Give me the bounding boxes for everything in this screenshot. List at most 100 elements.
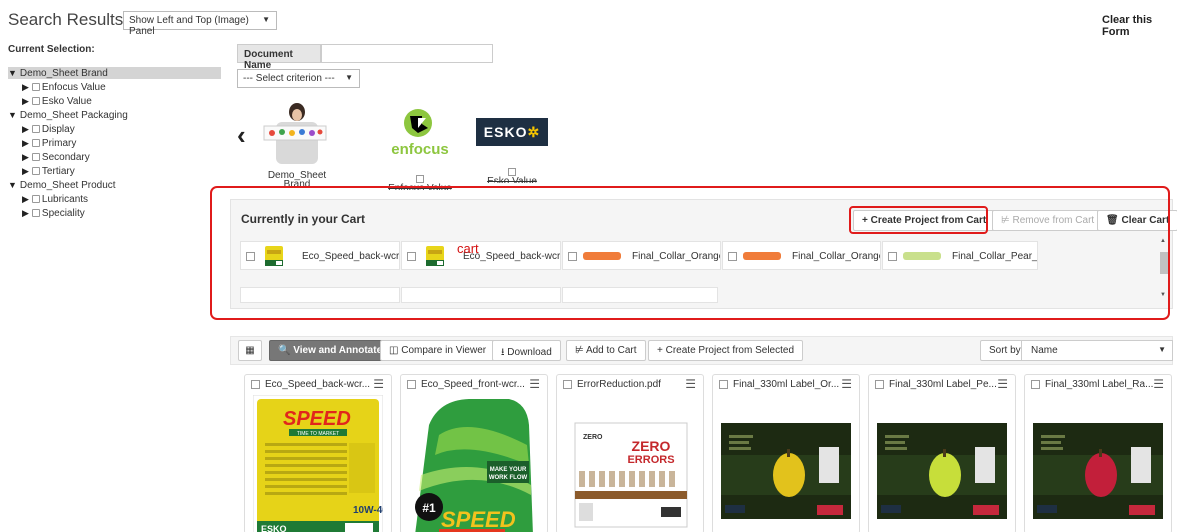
result-card-name: Eco_Speed_back-wcr...: [265, 379, 371, 390]
hamburger-menu-icon[interactable]: ☰: [529, 377, 540, 391]
tree-item[interactable]: ▼ Demo_Sheet Product: [8, 179, 116, 191]
result-preview-image: [877, 395, 1007, 532]
cart-highlight-outline: [210, 186, 1170, 320]
chevron-down-icon: ▼: [345, 73, 353, 82]
tree-item-label: Tertiary: [41, 166, 75, 177]
tree-item-label: Speciality: [41, 208, 85, 219]
create-project-from-selected-button[interactable]: + Create Project from Selected: [648, 340, 804, 361]
tree-checkbox[interactable]: [31, 153, 40, 161]
clear-form-button[interactable]: Clear this Form: [1096, 12, 1177, 40]
tree-item-label: Secondary: [41, 152, 90, 163]
result-card-checkbox[interactable]: [1031, 380, 1040, 389]
svg-text:ZERO: ZERO: [583, 434, 603, 441]
collapsed-triangle-icon[interactable]: ▶: [22, 152, 29, 162]
collapsed-triangle-icon[interactable]: ▶: [22, 82, 29, 92]
result-preview-image: [721, 395, 851, 532]
tree-item-label: Lubricants: [41, 194, 89, 205]
svg-text:enfocus: enfocus: [391, 141, 449, 158]
esko-value-checkbox[interactable]: [508, 168, 516, 176]
collapsed-triangle-icon[interactable]: ▶: [22, 194, 29, 204]
tree-item[interactable]: ▼ Demo_Sheet Brand: [8, 67, 221, 79]
tree-item-label: Display: [41, 124, 75, 135]
enfocus-logo-icon: enfocus: [391, 109, 449, 158]
tree-checkbox[interactable]: [31, 167, 40, 175]
enfocus-value-checkbox[interactable]: [416, 175, 424, 183]
hamburger-menu-icon[interactable]: ☰: [997, 377, 1008, 391]
criterion-select-value: --- Select criterion ---: [243, 73, 335, 84]
collapsed-triangle-icon[interactable]: ▶: [22, 138, 29, 148]
result-card[interactable]: Eco_Speed_back-wcr... ☰ SPEED TIME TO MARKE…: [244, 374, 392, 532]
tree-item[interactable]: ▶ Lubricants: [22, 193, 88, 205]
brand-photo-image: [262, 102, 332, 164]
collapsed-triangle-icon[interactable]: ▶: [22, 166, 29, 176]
tree-checkbox[interactable]: [31, 83, 40, 91]
panel-view-select[interactable]: Show Left and Top (Image) Panel ▼: [123, 11, 277, 37]
result-card-checkbox[interactable]: [719, 380, 728, 389]
cart-icon: ⊭: [575, 345, 586, 356]
compare-icon: ◫: [389, 345, 402, 356]
result-card-name: ErrorReduction.pdf: [577, 379, 661, 390]
tree-checkbox[interactable]: [31, 195, 40, 203]
current-selection-heading: Current Selection:: [8, 44, 95, 55]
svg-text:10W-40: 10W-40: [353, 505, 383, 516]
add-to-cart-button[interactable]: ⊭ Add to Cart: [566, 340, 646, 361]
tree-item-label: Esko Value: [41, 96, 92, 107]
brand-tile-esko[interactable]: ESKO✲ Esko Value: [476, 118, 548, 183]
grid-view-icon[interactable]: ▦: [238, 340, 262, 361]
view-and-annotate-button[interactable]: 🔍 View and Annotate: [269, 340, 392, 361]
tree-item[interactable]: ▶ Display: [22, 123, 75, 135]
result-card[interactable]: Final_330ml Label_Pe... ☰: [868, 374, 1016, 532]
document-name-input[interactable]: [321, 44, 493, 63]
tree-item-label: Demo_Sheet Product: [19, 180, 116, 191]
result-card[interactable]: ErrorReduction.pdf ☰ ZERO ZERO ERRORS: [556, 374, 704, 532]
compare-in-viewer-button[interactable]: ◫ Compare in Viewer: [380, 340, 496, 361]
tree-item-label: Demo_Sheet Packaging: [19, 110, 128, 121]
result-card-checkbox[interactable]: [251, 380, 260, 389]
result-card-checkbox[interactable]: [875, 380, 884, 389]
tree-checkbox[interactable]: [31, 97, 40, 105]
download-button[interactable]: ⭳ Download: [492, 340, 561, 361]
sort-select-value: Name: [1031, 345, 1058, 356]
expanded-triangle-icon[interactable]: ▼: [8, 68, 17, 78]
tree-checkbox[interactable]: [31, 209, 40, 217]
criterion-select[interactable]: --- Select criterion --- ▼: [237, 69, 360, 88]
result-card-checkbox[interactable]: [563, 380, 572, 389]
hamburger-menu-icon[interactable]: ☰: [373, 377, 384, 391]
collapsed-triangle-icon[interactable]: ▶: [22, 124, 29, 134]
compare-label: Compare in Viewer: [401, 345, 487, 356]
expanded-triangle-icon[interactable]: ▼: [8, 110, 17, 120]
previous-icon[interactable]: ‹: [237, 120, 246, 151]
tree-checkbox[interactable]: [31, 139, 40, 147]
tree-item[interactable]: ▶ Esko Value: [22, 95, 92, 107]
result-card-checkbox[interactable]: [407, 380, 416, 389]
document-name-label: Document Name: [237, 44, 321, 71]
svg-text:ZERO: ZERO: [632, 438, 671, 454]
sort-select[interactable]: Name ▼: [1021, 340, 1173, 361]
tree-item-label: Demo_Sheet Brand: [19, 68, 108, 79]
hamburger-menu-icon[interactable]: ☰: [685, 377, 696, 391]
svg-text:ERRORS: ERRORS: [627, 454, 674, 466]
result-card[interactable]: Final_330ml Label_Ra... ☰: [1024, 374, 1172, 532]
tree-item[interactable]: ▶ Speciality: [22, 207, 85, 219]
esko-logo-icon: ESKO✲: [476, 118, 548, 146]
tree-item[interactable]: ▶ Secondary: [22, 151, 90, 163]
hamburger-menu-icon[interactable]: ☰: [1153, 377, 1164, 391]
expanded-triangle-icon[interactable]: ▼: [8, 180, 17, 190]
tree-item[interactable]: ▶ Enfocus Value: [22, 81, 106, 93]
result-card[interactable]: Final_330ml Label_Or... ☰: [712, 374, 860, 532]
tree-item[interactable]: ▶ Primary: [22, 137, 76, 149]
hamburger-menu-icon[interactable]: ☰: [841, 377, 852, 391]
result-preview-image: [1033, 395, 1163, 532]
brand-tile-enfocus[interactable]: enfocus Enfocus Value: [388, 106, 452, 190]
brand-tile-demo-sheet[interactable]: Demo_Sheet Brand: [262, 102, 332, 189]
tree-item[interactable]: ▼ Demo_Sheet Packaging: [8, 109, 128, 121]
result-card[interactable]: Eco_Speed_front-wcr... ☰ MAKE YOUR WORK FLO…: [400, 374, 548, 532]
svg-text:SPEED: SPEED: [283, 408, 351, 430]
tree-item[interactable]: ▶ Tertiary: [22, 165, 75, 177]
tree-checkbox[interactable]: [31, 125, 40, 133]
collapsed-triangle-icon[interactable]: ▶: [22, 208, 29, 218]
collapsed-triangle-icon[interactable]: ▶: [22, 96, 29, 106]
svg-text:TIME TO MARKET: TIME TO MARKET: [297, 431, 339, 437]
download-label: Download: [507, 347, 552, 358]
svg-text:WORK FLOW: WORK FLOW: [489, 475, 528, 481]
